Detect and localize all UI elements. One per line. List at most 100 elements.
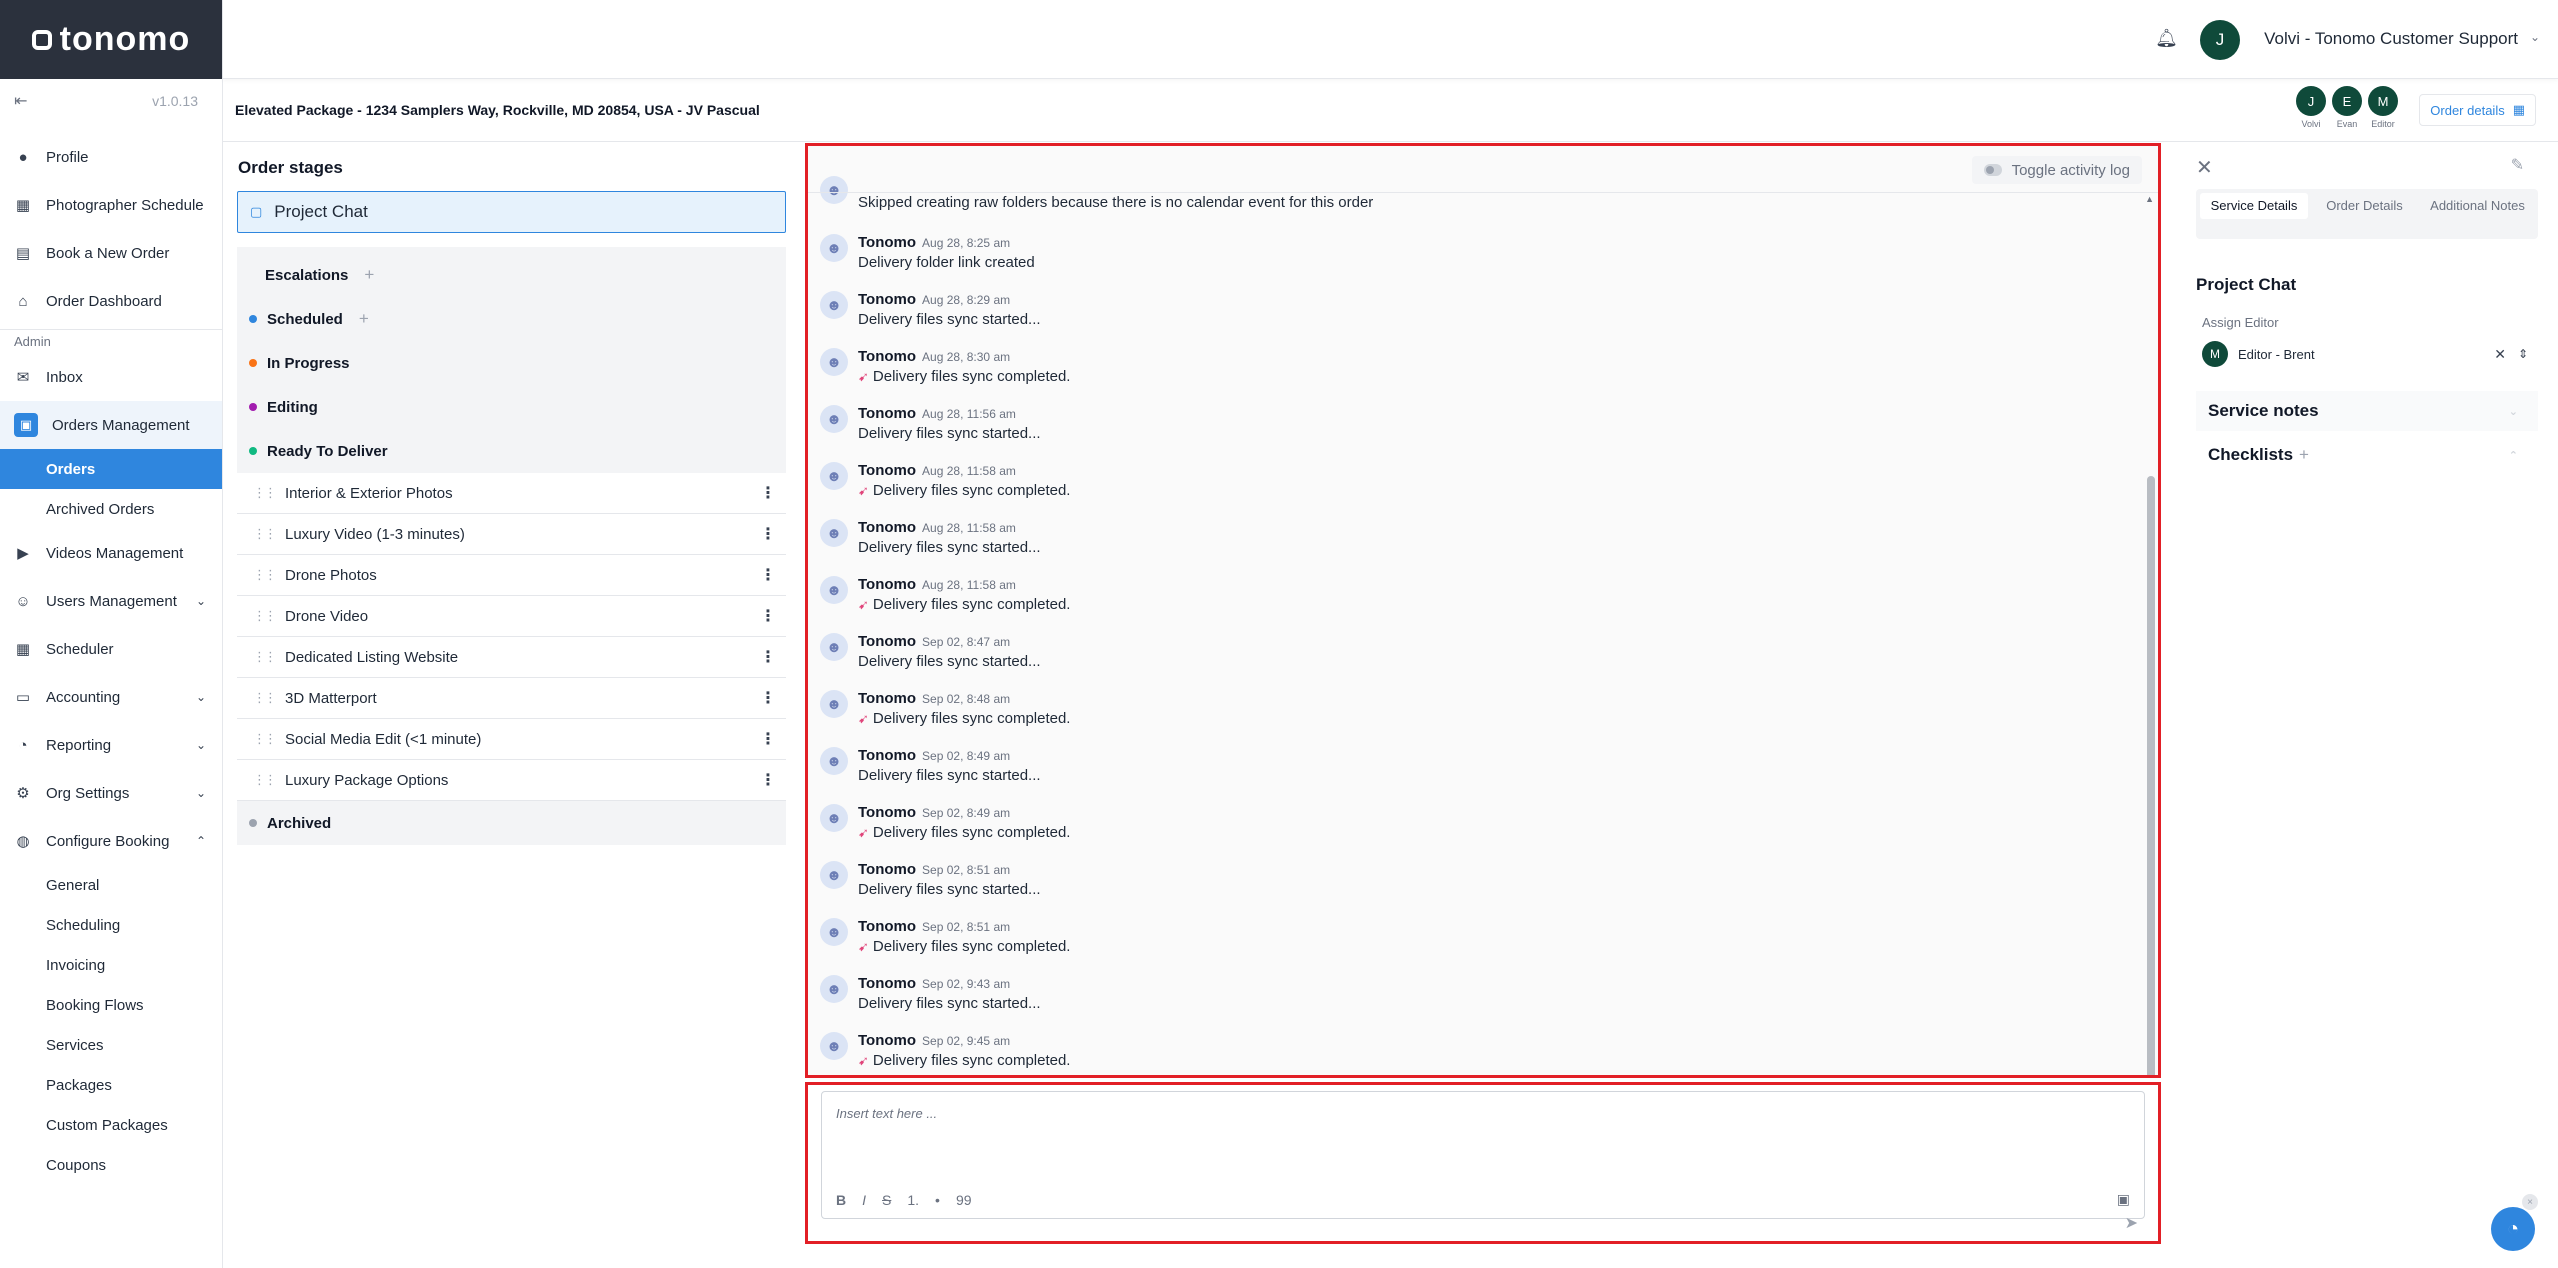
message-input[interactable]: Insert text here ... B I S 1. • 99 ▣	[821, 1091, 2145, 1219]
drag-handle-icon[interactable]: ⋮⋮	[253, 731, 277, 747]
task-row[interactable]: ⋮⋮ Luxury Video (1-3 minutes) ⋮	[237, 514, 786, 555]
task-row[interactable]: ⋮⋮ Interior & Exterior Photos ⋮	[237, 473, 786, 514]
strikethrough-icon[interactable]: S	[882, 1192, 891, 1208]
scrollbar-thumb[interactable]	[2147, 476, 2155, 1075]
task-row[interactable]: ⋮⋮ Drone Video ⋮	[237, 596, 786, 637]
help-close-icon[interactable]: ×	[2522, 1194, 2538, 1210]
sidebar-item-photographer-schedule[interactable]: ▦ Photographer Schedule	[0, 181, 222, 229]
config-item-invoicing[interactable]: Invoicing	[0, 945, 222, 985]
stage-editing[interactable]: Editing	[237, 385, 786, 429]
drag-handle-icon[interactable]: ⋮⋮	[253, 772, 277, 788]
task-row[interactable]: ⋮⋮ Dedicated Listing Website ⋮	[237, 637, 786, 678]
tab-service-details[interactable]: Service Details	[2200, 193, 2308, 219]
assign-editor-select[interactable]: M Editor - Brent ✕ ⇕	[2196, 336, 2538, 372]
sidebar-item-users-management[interactable]: ☺ Users Management ⌄	[0, 577, 222, 625]
project-chat-item[interactable]: ▢ Project Chat	[237, 191, 786, 233]
drag-handle-icon[interactable]: ⋮⋮	[253, 690, 277, 706]
more-options-icon[interactable]: ⋮	[760, 770, 776, 790]
sidebar-item-org-settings[interactable]: ⚙ Org Settings ⌄	[0, 769, 222, 817]
sidebar-item-order-dashboard[interactable]: ⌂ Order Dashboard	[0, 277, 222, 325]
sidebar-item-orders[interactable]: Orders	[0, 449, 222, 489]
task-row[interactable]: ⋮⋮ Social Media Edit (<1 minute) ⋮	[237, 719, 786, 760]
bell-icon[interactable]: 🔔︎	[2155, 28, 2178, 49]
team-member[interactable]: J Volvi	[2296, 86, 2326, 129]
toggle-activity-log[interactable]: Toggle activity log	[1971, 156, 2142, 184]
service-notes-accordion[interactable]: Service notes ⌄	[2196, 391, 2538, 431]
config-item-coupons[interactable]: Coupons	[0, 1145, 222, 1185]
send-icon[interactable]: ➤	[2125, 1213, 2138, 1233]
more-options-icon[interactable]: ⋮	[760, 565, 776, 585]
logo[interactable]: tonomo	[0, 0, 222, 79]
sidebar-item-profile[interactable]: ● Profile	[0, 133, 222, 181]
sidebar-item-videos-management[interactable]: ▶ Videos Management	[0, 529, 222, 577]
message-item: ☻ Tonomo Sep 02, 8:49 am Delivery files syn…	[820, 739, 2138, 796]
image-icon[interactable]: ▣	[2117, 1191, 2130, 1208]
task-row[interactable]: ⋮⋮ Luxury Package Options ⋮	[237, 760, 786, 801]
more-options-icon[interactable]: ⋮	[760, 729, 776, 749]
tab-additional-notes[interactable]: Additional Notes	[2421, 193, 2534, 235]
task-row[interactable]: ⋮⋮ 3D Matterport ⋮	[237, 678, 786, 719]
drag-handle-icon[interactable]: ⋮⋮	[253, 567, 277, 583]
stage-in-progress[interactable]: In Progress	[237, 341, 786, 385]
stage-ready-to-deliver[interactable]: Ready To Deliver	[237, 429, 786, 473]
user-name[interactable]: Volvi - Tonomo Customer Support	[2264, 29, 2518, 49]
chevron-down-icon[interactable]: ⌄	[2530, 30, 2540, 44]
drag-handle-icon[interactable]: ⋮⋮	[253, 485, 277, 501]
more-options-icon[interactable]: ⋮	[760, 483, 776, 503]
scrollbar[interactable]	[2147, 196, 2155, 1075]
sync-icon: ➹	[858, 1053, 869, 1068]
sidebar-item-scheduler[interactable]: ▦ Scheduler	[0, 625, 222, 673]
clear-icon[interactable]: ✕	[2494, 346, 2506, 363]
config-item-general[interactable]: General	[0, 865, 222, 905]
sidebar-item-book-order[interactable]: ▤ Book a New Order	[0, 229, 222, 277]
add-escalation-icon[interactable]: +	[364, 265, 374, 285]
config-item-booking-flows[interactable]: Booking Flows	[0, 985, 222, 1025]
edit-icon[interactable]: ✎	[2511, 155, 2524, 175]
sidebar-item-reporting[interactable]: ◔ Reporting ⌄	[0, 721, 222, 769]
config-item-custom-packages[interactable]: Custom Packages	[0, 1105, 222, 1145]
bold-icon[interactable]: B	[836, 1192, 846, 1208]
order-details-button[interactable]: Order details ▦	[2419, 94, 2536, 126]
sidebar-item-inbox[interactable]: ✉ Inbox	[0, 353, 222, 401]
stage-scheduled[interactable]: Scheduled +	[237, 297, 786, 341]
stage-archived[interactable]: Archived	[237, 801, 786, 845]
order-title: Elevated Package - 1234 Samplers Way, Ro…	[235, 102, 760, 118]
sidebar-item-archived-orders[interactable]: Archived Orders	[0, 489, 222, 529]
collapse-sidebar-icon[interactable]: ⇤	[14, 91, 27, 111]
message-author: Tonomo	[858, 405, 917, 422]
toggle-switch[interactable]	[1983, 164, 2002, 176]
sidebar-item-configure-booking[interactable]: ◍ Configure Booking ⌃	[0, 817, 222, 865]
config-item-packages[interactable]: Packages	[0, 1065, 222, 1105]
more-options-icon[interactable]: ⋮	[760, 606, 776, 626]
tab-order-details[interactable]: Order Details	[2308, 193, 2421, 235]
ordered-list-icon[interactable]: 1.	[907, 1192, 919, 1208]
more-options-icon[interactable]: ⋮	[760, 524, 776, 544]
select-arrows-icon[interactable]: ⇕	[2518, 347, 2528, 361]
help-chat-button[interactable]: ◔	[2491, 1207, 2535, 1251]
sidebar-item-accounting[interactable]: ▭ Accounting ⌄	[0, 673, 222, 721]
sidebar-item-orders-management[interactable]: ▣ Orders Management	[0, 401, 222, 449]
more-options-icon[interactable]: ⋮	[760, 647, 776, 667]
add-checklist-icon[interactable]: +	[2299, 445, 2309, 465]
team-member[interactable]: M Editor	[2368, 86, 2398, 129]
message-body: Delivery files sync started...	[858, 767, 1041, 784]
more-options-icon[interactable]: ⋮	[760, 688, 776, 708]
config-item-services[interactable]: Services	[0, 1025, 222, 1065]
stage-escalations[interactable]: Escalations +	[237, 253, 786, 297]
message-author: Tonomo	[858, 861, 917, 878]
team-member[interactable]: E Evan	[2332, 86, 2362, 129]
add-scheduled-icon[interactable]: +	[359, 309, 369, 329]
user-avatar[interactable]: J	[2200, 20, 2240, 60]
task-row[interactable]: ⋮⋮ Drone Photos ⋮	[237, 555, 786, 596]
logo-icon	[31, 29, 52, 50]
message-text: Delivery files sync started...	[858, 539, 1041, 556]
checklists-accordion[interactable]: Checklists + ⌃	[2196, 435, 2538, 475]
italic-icon[interactable]: I	[862, 1192, 866, 1208]
quote-icon[interactable]: 99	[956, 1192, 972, 1208]
bullet-list-icon[interactable]: •	[935, 1192, 940, 1208]
drag-handle-icon[interactable]: ⋮⋮	[253, 526, 277, 542]
close-icon[interactable]: ✕	[2196, 155, 2213, 180]
config-item-scheduling[interactable]: Scheduling	[0, 905, 222, 945]
drag-handle-icon[interactable]: ⋮⋮	[253, 649, 277, 665]
drag-handle-icon[interactable]: ⋮⋮	[253, 608, 277, 624]
